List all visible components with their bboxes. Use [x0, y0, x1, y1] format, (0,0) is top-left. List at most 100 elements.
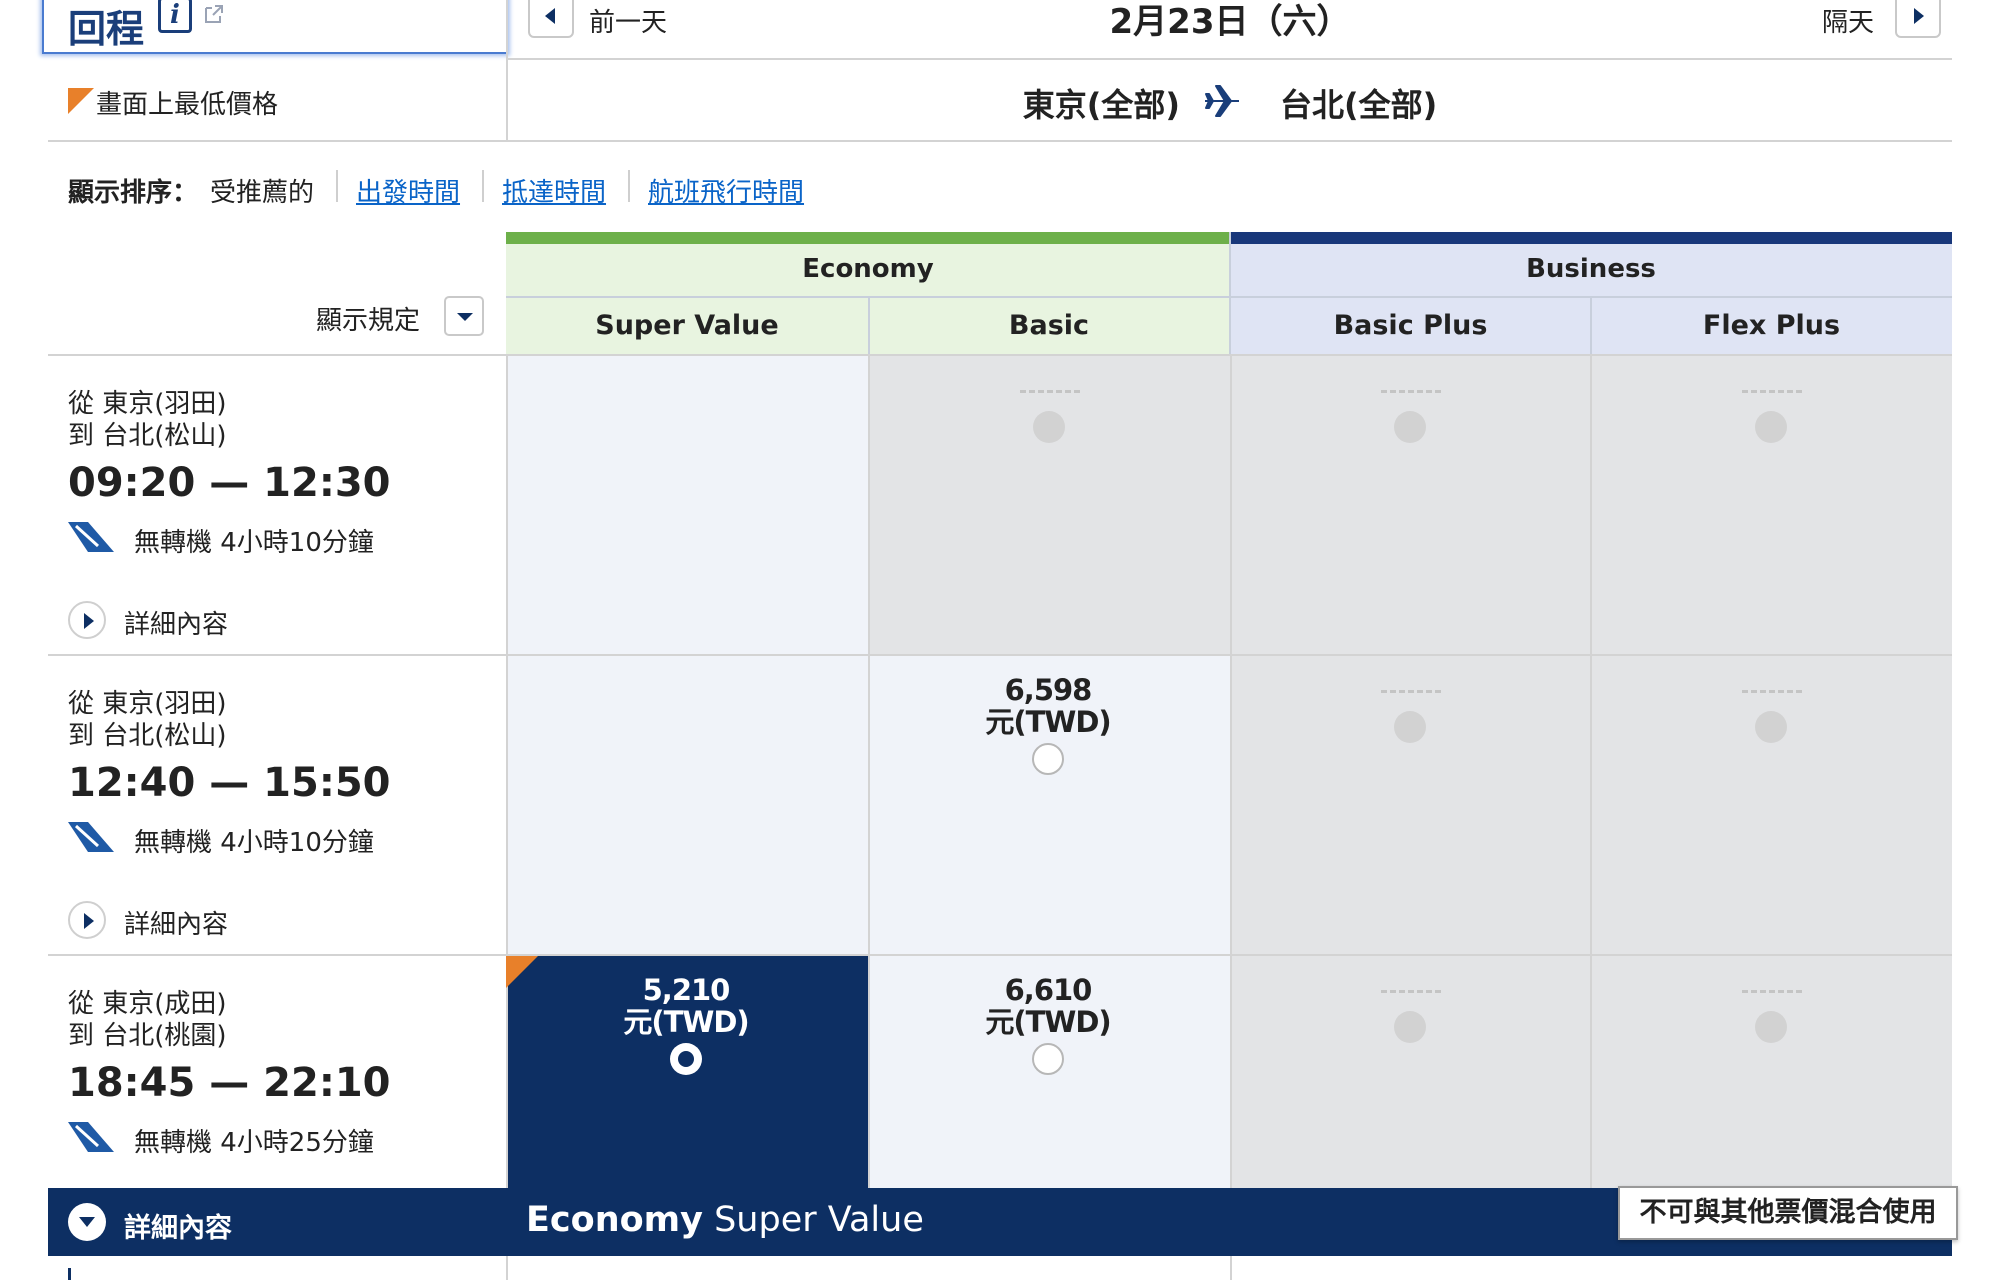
sort-option-arrival[interactable]: 抵達時間: [502, 172, 606, 209]
fare-currency: 元(TWD): [985, 705, 1111, 739]
divider: [48, 140, 1952, 142]
divider: [506, 58, 1952, 60]
flight-origin: 從 東京(成田): [68, 989, 227, 1019]
sort-label: 顯示排序：: [68, 178, 199, 208]
fare-radio[interactable]: [1032, 743, 1064, 775]
unavailable-mark: [1742, 990, 1802, 994]
airline-logo-icon: [68, 1122, 114, 1152]
next-row-edge: [68, 1268, 71, 1280]
external-link-icon[interactable]: [202, 2, 226, 26]
unavailable-mark: [1381, 990, 1441, 994]
lowest-price-flag-icon: [68, 88, 94, 114]
fare-cell-unavailable: [1232, 656, 1590, 954]
divider: [48, 654, 1952, 656]
caret-right-icon: [84, 913, 94, 929]
airplane-icon: [1205, 85, 1239, 117]
route-destination: 台北(全部): [1280, 86, 1438, 124]
info-icon[interactable]: i: [158, 0, 192, 33]
details-toggle-button[interactable]: [68, 901, 106, 939]
fare-cell-empty: [506, 356, 868, 654]
unavailable-radio: [1033, 411, 1065, 443]
flight-stops-duration: 無轉機 4小時10分鐘: [134, 828, 374, 858]
prev-day-label[interactable]: 前一天: [589, 2, 667, 39]
unavailable-mark: [1381, 690, 1441, 694]
flight-destination: 到 台北(桃園): [68, 1021, 227, 1051]
caret-down-icon: [79, 1217, 95, 1227]
unavailable-radio: [1394, 711, 1426, 743]
fare-cell-unavailable: [1232, 356, 1590, 654]
details-label[interactable]: 詳細內容: [124, 604, 228, 641]
details-collapse-button[interactable]: [68, 1203, 106, 1241]
separator: [628, 170, 630, 202]
fare-price: 6,598: [1004, 673, 1093, 707]
fare-mix-tooltip: 不可與其他票價混合使用: [1618, 1186, 1958, 1240]
return-trip-header: 回程 i: [42, 0, 508, 54]
fare-radio[interactable]: [1032, 1043, 1064, 1075]
unavailable-radio: [1394, 411, 1426, 443]
selected-fare-name: Economy Super Value: [526, 1200, 924, 1240]
caret-right-icon: [84, 613, 94, 629]
cabin-business: Business: [1526, 254, 1656, 284]
fare-cell-unavailable: [1592, 356, 1952, 654]
divider: [506, 0, 508, 140]
business-color-bar: [1230, 232, 1952, 244]
divider: [1590, 354, 1592, 1188]
flight-stops-duration: 無轉機 4小時10分鐘: [134, 528, 374, 558]
caret-left-icon: [545, 8, 555, 24]
fare-basic: Basic: [1008, 310, 1090, 341]
fare-basic-plus: Basic Plus: [1333, 310, 1488, 341]
fare-radio-selected[interactable]: [670, 1043, 702, 1075]
airline-logo-icon: [68, 822, 114, 852]
flight-destination: 到 台北(松山): [68, 421, 227, 451]
divider: [506, 354, 508, 1280]
current-date: 2月23日（六）: [1109, 2, 1351, 42]
divider: [1230, 354, 1232, 1280]
fare-flex-plus: Flex Plus: [1702, 310, 1841, 341]
airline-logo-icon: [68, 522, 114, 552]
flight-time: 12:40 — 15:50: [68, 760, 391, 806]
details-label[interactable]: 詳細內容: [124, 904, 228, 941]
selected-cabin: Economy: [526, 1200, 703, 1240]
caret-right-icon: [1914, 8, 1924, 24]
separator: [336, 170, 338, 202]
unavailable-mark: [1742, 690, 1802, 694]
fare-currency: 元(TWD): [623, 1005, 749, 1039]
unavailable-mark: [1742, 390, 1802, 394]
divider: [868, 354, 870, 1188]
next-day-label[interactable]: 隔天: [1822, 2, 1874, 39]
sort-option-recommended: 受推薦的: [210, 178, 315, 208]
return-trip-title: 回程: [68, 7, 145, 51]
flight-time: 18:45 — 22:10: [68, 1060, 391, 1106]
fare-rules-dropdown[interactable]: [444, 296, 484, 336]
route-origin: 東京(全部): [1022, 86, 1180, 124]
fare-super-value: Super Value: [595, 310, 779, 341]
selected-fare: Super Value: [702, 1200, 924, 1240]
flight-origin: 從 東京(羽田): [68, 689, 227, 719]
caret-down-icon: [457, 313, 473, 321]
fare-rules-label: 顯示規定: [316, 306, 421, 336]
fare-price: 6,610: [1004, 973, 1093, 1007]
unavailable-radio: [1755, 1011, 1787, 1043]
economy-color-bar: [506, 232, 1230, 244]
next-day-button[interactable]: [1895, 0, 1941, 38]
fare-price: 5,210: [642, 973, 731, 1007]
fare-cell-empty: [506, 656, 868, 954]
unavailable-radio: [1755, 711, 1787, 743]
flight-time: 09:20 — 12:30: [68, 460, 391, 506]
sort-option-departure[interactable]: 出發時間: [356, 172, 460, 209]
lowest-price-legend: 畫面上最低價格: [96, 90, 279, 120]
fare-currency: 元(TWD): [985, 1005, 1111, 1039]
flight-origin: 從 東京(羽田): [68, 389, 227, 419]
flight-stops-duration: 無轉機 4小時25分鐘: [134, 1128, 374, 1158]
sort-option-duration[interactable]: 航班飛行時間: [648, 172, 804, 209]
fare-cell-unavailable: [870, 356, 1230, 654]
cabin-economy: Economy: [802, 254, 934, 284]
prev-day-button[interactable]: [528, 0, 574, 38]
unavailable-mark: [1381, 390, 1441, 394]
divider: [48, 954, 1952, 956]
details-toggle-button[interactable]: [68, 601, 106, 639]
unavailable-radio: [1394, 1011, 1426, 1043]
details-label[interactable]: 詳細內容: [124, 1206, 232, 1245]
unavailable-radio: [1755, 411, 1787, 443]
fare-cell-unavailable: [1592, 656, 1952, 954]
